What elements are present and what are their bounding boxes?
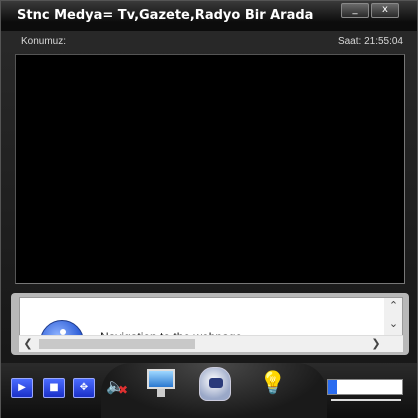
minimize-button[interactable]: _: [341, 3, 369, 18]
speaker-mute-icon[interactable]: 🔈 ✖: [106, 377, 130, 399]
title-bar: Stnc Medya= Tv,Gazete,Radyo Bir Arada _ …: [1, 1, 417, 31]
stop-button[interactable]: ■: [43, 378, 65, 398]
scroll-up-icon[interactable]: ⌃: [384, 298, 402, 314]
lightbulb-icon[interactable]: 💡: [259, 369, 287, 399]
clock-label: Saat: 21:55:04: [337, 36, 403, 47]
video-display[interactable]: [15, 54, 405, 284]
close-button[interactable]: x: [371, 3, 399, 18]
scrollbar-thumb[interactable]: [39, 339, 195, 349]
tv-icon[interactable]: [147, 369, 175, 399]
app-window: Stnc Medya= Tv,Gazete,Radyo Bir Arada _ …: [0, 0, 418, 418]
horizontal-scrollbar[interactable]: ❮ ❯: [19, 335, 403, 352]
scroll-right-icon[interactable]: ❯: [367, 336, 385, 352]
scroll-left-icon[interactable]: ❮: [19, 336, 37, 352]
scroll-down-icon[interactable]: ⌄: [384, 316, 402, 332]
play-button[interactable]: ▶: [11, 378, 33, 398]
location-label: Konumuz:: [21, 36, 67, 47]
volume-fill: [328, 380, 337, 394]
window-title: Stnc Medya= Tv,Gazete,Radyo Bir Arada: [17, 8, 314, 23]
fullscreen-button[interactable]: ✥: [73, 378, 95, 398]
volume-slider[interactable]: [327, 379, 403, 395]
volume-track-line: [331, 399, 401, 401]
radio-icon[interactable]: [199, 367, 231, 401]
status-bar: Konumuz: Saat: 21:55:04: [11, 33, 409, 51]
